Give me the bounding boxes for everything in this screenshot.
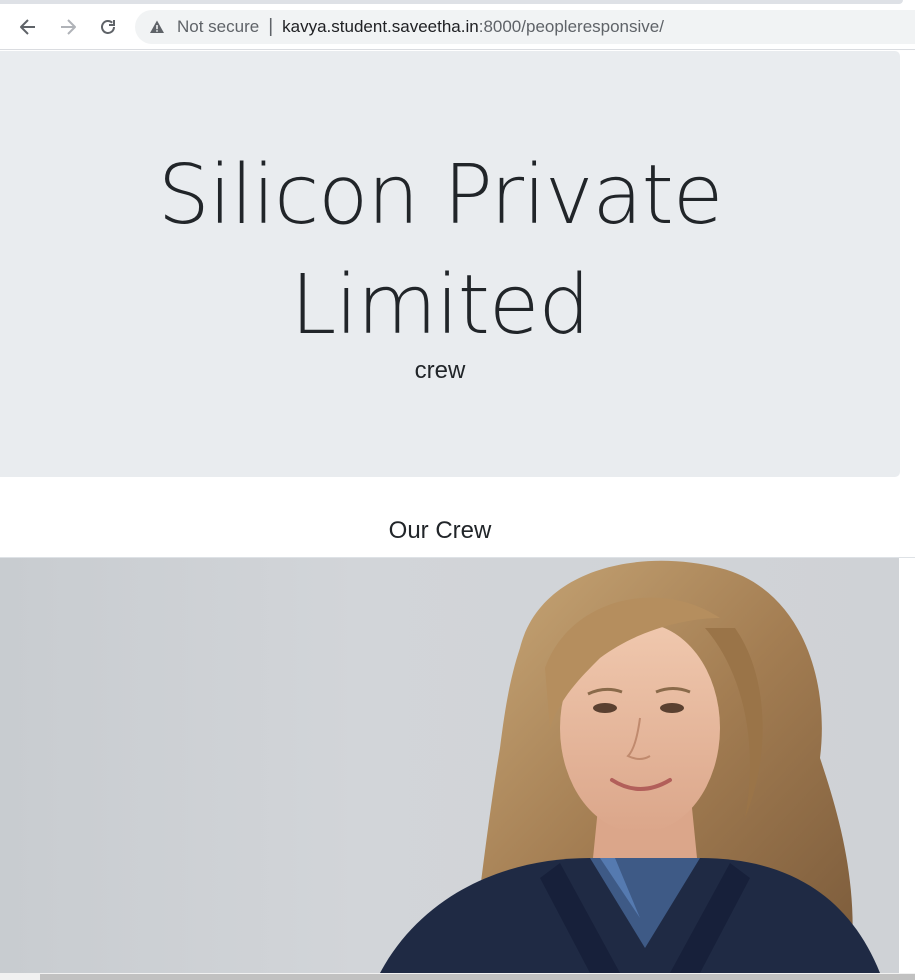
portrait-illustration [380,560,880,973]
url-host: kavya.student.saveetha.in [282,17,479,36]
forward-arrow-icon [61,19,76,35]
browser-toolbar: Not secure | kavya.student.saveetha.in:8… [0,0,915,50]
forward-button[interactable] [54,13,82,41]
warning-icon [150,20,164,33]
address-bar[interactable]: Not secure | kavya.student.saveetha.in:8… [135,10,915,44]
scrollbar-thumb[interactable] [40,974,915,980]
portrait-photo [0,558,899,973]
not-secure-label: Not secure [177,17,260,36]
reload-button[interactable] [94,13,122,41]
back-arrow-icon [20,19,35,35]
hero-jumbotron: Silicon Private Limited crew [0,51,900,477]
section-heading: Our Crew [388,517,492,544]
separator: | [268,16,274,37]
url-path: :8000/peopleresponsive/ [478,17,664,36]
back-button[interactable] [14,13,42,41]
hero-title: Silicon Private Limited [157,148,724,353]
hero-subtitle: crew [414,357,466,384]
reload-icon [101,20,115,34]
tab-strip [0,0,903,4]
